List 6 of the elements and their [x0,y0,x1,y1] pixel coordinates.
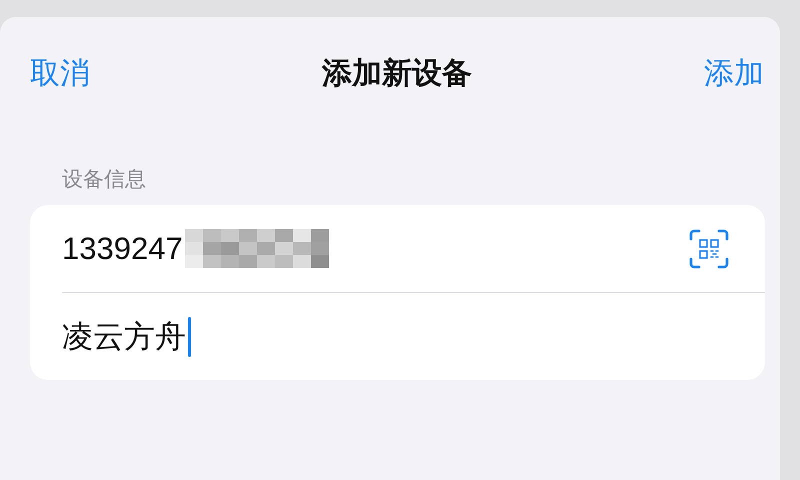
sheet-title: 添加新设备 [322,54,472,92]
section-header: 设备信息 [61,166,147,193]
device-name-field[interactable]: 凌云方舟 [62,312,729,362]
qr-scan-icon[interactable] [689,228,729,268]
device-id-field[interactable]: 1339247 [62,224,689,274]
text-cursor [188,316,191,356]
